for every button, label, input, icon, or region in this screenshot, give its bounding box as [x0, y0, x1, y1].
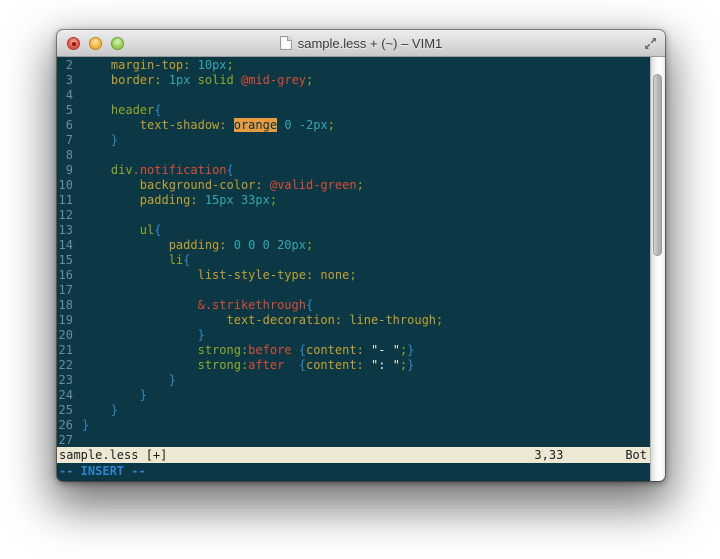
line-number: 19	[57, 313, 82, 328]
line-number: 2	[57, 58, 82, 73]
line-number: 14	[57, 238, 82, 253]
code-line[interactable]: 9 div.notification{	[57, 163, 650, 178]
title-group: sample.less + (~) – VIM1	[280, 36, 443, 51]
code-line[interactable]: 22 strong:after {content: ": ";}	[57, 358, 650, 373]
desktop-background: sample.less + (~) – VIM1 2 margin-top: 1…	[0, 0, 720, 559]
code-line[interactable]: 21 strong:before {content: "- ";}	[57, 343, 650, 358]
code-text: strong:after {content: ": ";}	[82, 358, 414, 373]
line-number: 12	[57, 208, 82, 223]
code-line[interactable]: 13 ul{	[57, 223, 650, 238]
code-text: strong:before {content: "- ";}	[82, 343, 414, 358]
status-filename: sample.less [+]	[59, 447, 534, 463]
code-line[interactable]: 25 }	[57, 403, 650, 418]
line-number: 8	[57, 148, 82, 163]
fullscreen-icon[interactable]	[643, 36, 658, 51]
status-cursor-position: 3,33	[534, 447, 563, 463]
line-number: 6	[57, 118, 82, 133]
code-text: }	[82, 133, 118, 148]
code-line[interactable]: 19 text-decoration: line-through;	[57, 313, 650, 328]
line-number: 4	[57, 88, 82, 103]
code-text: text-decoration: line-through;	[82, 313, 443, 328]
code-text: border: 1px solid @mid-grey;	[82, 73, 313, 88]
code-text: }	[82, 418, 89, 433]
code-text: }	[82, 403, 118, 418]
line-number: 21	[57, 343, 82, 358]
code-line[interactable]: 5 header{	[57, 103, 650, 118]
code-line[interactable]: 26}	[57, 418, 650, 433]
code-text: ul{	[82, 223, 161, 238]
code-line[interactable]: 4	[57, 88, 650, 103]
code-line[interactable]: 3 border: 1px solid @mid-grey;	[57, 73, 650, 88]
code-line[interactable]: 27	[57, 433, 650, 447]
line-number: 22	[57, 358, 82, 373]
line-number: 17	[57, 283, 82, 298]
line-number: 5	[57, 103, 82, 118]
code-line[interactable]: 8	[57, 148, 650, 163]
vim-window: sample.less + (~) – VIM1 2 margin-top: 1…	[57, 30, 665, 481]
editor-column: 2 margin-top: 10px;3 border: 1px solid @…	[57, 57, 650, 481]
code-text: div.notification{	[82, 163, 234, 178]
line-number: 26	[57, 418, 82, 433]
code-line[interactable]: 15 li{	[57, 253, 650, 268]
line-number: 18	[57, 298, 82, 313]
code-line[interactable]: 11 padding: 15px 33px;	[57, 193, 650, 208]
code-text: }	[82, 388, 147, 403]
line-number: 3	[57, 73, 82, 88]
code-text: header{	[82, 103, 162, 118]
code-text: list-style-type: none;	[82, 268, 357, 283]
code-line[interactable]: 24 }	[57, 388, 650, 403]
code-line[interactable]: 18 &.strikethrough{	[57, 298, 650, 313]
code-line[interactable]: 6 text-shadow: orange 0 -2px;	[57, 118, 650, 133]
line-number: 24	[57, 388, 82, 403]
status-scroll-position: Bot	[625, 447, 647, 463]
code-line[interactable]: 23 }	[57, 373, 650, 388]
line-number: 16	[57, 268, 82, 283]
window-title: sample.less + (~) – VIM1	[298, 36, 443, 51]
window-body: 2 margin-top: 10px;3 border: 1px solid @…	[57, 57, 665, 481]
line-number: 15	[57, 253, 82, 268]
code-line[interactable]: 17	[57, 283, 650, 298]
line-number: 11	[57, 193, 82, 208]
line-number: 13	[57, 223, 82, 238]
code-text: background-color: @valid-green;	[82, 178, 364, 193]
code-text: margin-top: 10px;	[82, 58, 234, 73]
code-text: text-shadow: orange 0 -2px;	[82, 118, 335, 133]
search-highlight: orange	[234, 118, 277, 132]
minimize-button[interactable]	[89, 37, 102, 50]
code-text: padding: 0 0 0 20px;	[82, 238, 313, 253]
insert-mode-indicator: -- INSERT --	[59, 464, 146, 478]
code-line[interactable]: 16 list-style-type: none;	[57, 268, 650, 283]
line-number: 7	[57, 133, 82, 148]
code-line[interactable]: 20 }	[57, 328, 650, 343]
line-number: 9	[57, 163, 82, 178]
code-line[interactable]: 2 margin-top: 10px;	[57, 58, 650, 73]
code-line[interactable]: 7 }	[57, 133, 650, 148]
line-number: 20	[57, 328, 82, 343]
code-text: }	[82, 328, 205, 343]
vim-statusline: sample.less [+] 3,33 Bot	[57, 447, 650, 463]
code-line[interactable]: 12	[57, 208, 650, 223]
code-line[interactable]: 10 background-color: @valid-green;	[57, 178, 650, 193]
window-controls	[67, 37, 124, 50]
document-icon	[280, 36, 292, 50]
line-number: 27	[57, 433, 82, 447]
title-bar[interactable]: sample.less + (~) – VIM1	[57, 30, 665, 57]
code-text: li{	[82, 253, 190, 268]
line-number: 23	[57, 373, 82, 388]
code-lines[interactable]: 2 margin-top: 10px;3 border: 1px solid @…	[57, 57, 650, 447]
code-text: }	[82, 373, 176, 388]
code-text: &.strikethrough{	[82, 298, 313, 313]
scrollbar-thumb[interactable]	[653, 74, 662, 256]
zoom-button[interactable]	[111, 37, 124, 50]
close-button[interactable]	[67, 37, 80, 50]
scrollbar[interactable]	[650, 57, 665, 481]
line-number: 25	[57, 403, 82, 418]
code-text: padding: 15px 33px;	[82, 193, 277, 208]
code-line[interactable]: 14 padding: 0 0 0 20px;	[57, 238, 650, 253]
line-number: 10	[57, 178, 82, 193]
vim-command-line: -- INSERT --	[57, 463, 650, 481]
